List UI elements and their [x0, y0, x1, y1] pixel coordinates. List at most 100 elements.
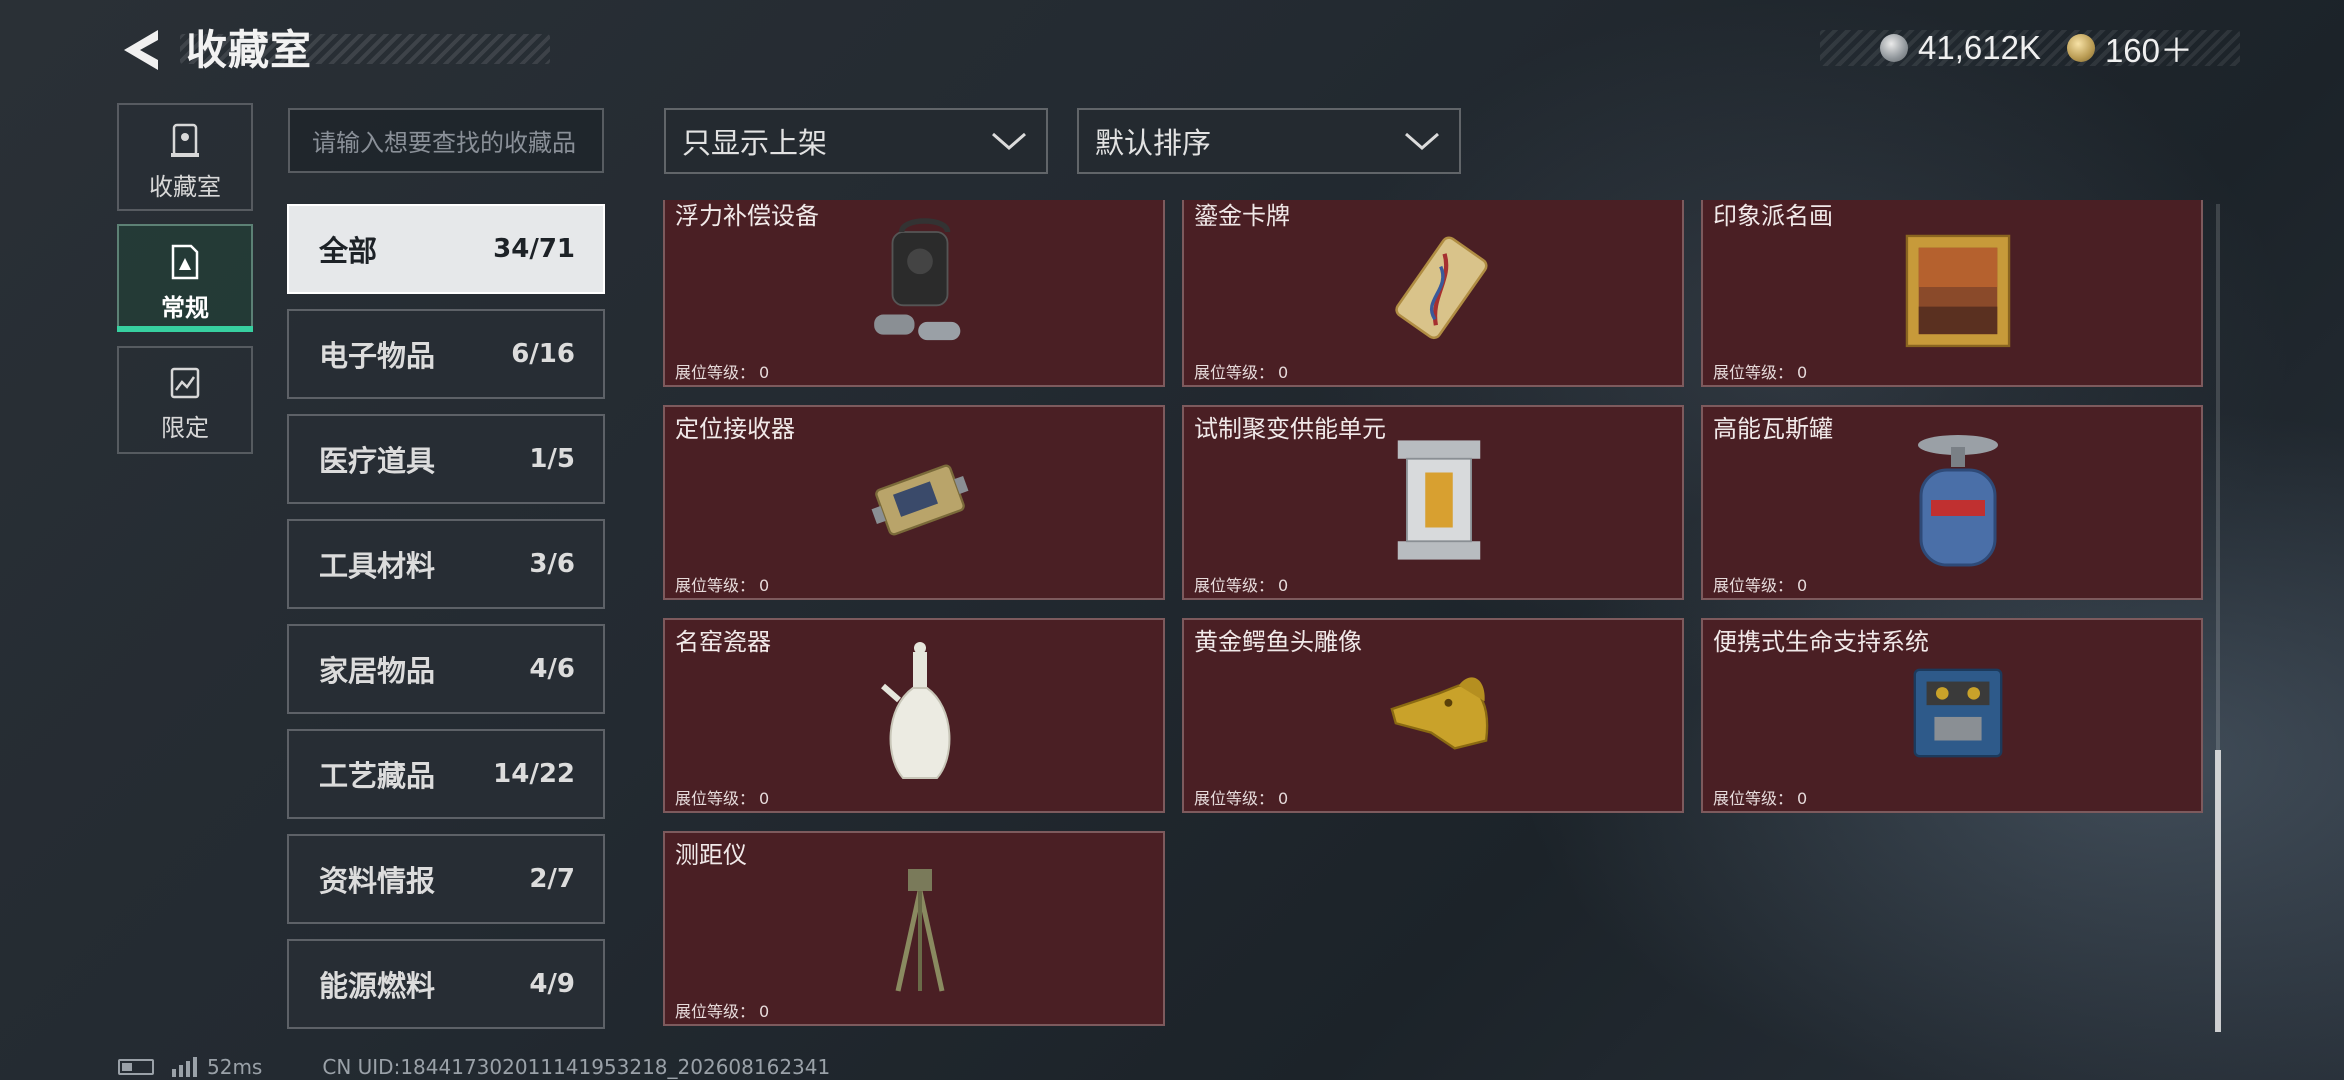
- booth-level: 展位等级： 0: [671, 572, 769, 596]
- item-card[interactable]: 印象派名画 展位等级： 0: [1701, 200, 2203, 387]
- status-footer: 52ms CN UID:18441730201114195321​8_20260…: [118, 1054, 830, 1080]
- gas-canister-icon: [1903, 425, 2013, 575]
- collection-icon: [171, 123, 199, 157]
- nav-limited[interactable]: 限定: [117, 346, 253, 454]
- level-value: 0: [759, 789, 770, 808]
- category-count: 2/7: [529, 864, 575, 894]
- level-value: 0: [759, 576, 770, 595]
- active-nav-indicator: [117, 326, 253, 332]
- level-value: 0: [759, 363, 770, 382]
- currency-bar: 41,612K 160＋: [1820, 29, 2240, 69]
- level-label: 展位等级：: [1713, 789, 1794, 808]
- booth-level: 展位等级： 0: [1709, 572, 1807, 596]
- item-card[interactable]: 试制聚变供能单元 展位等级： 0: [1182, 405, 1684, 600]
- level-value: 0: [1797, 363, 1808, 382]
- nav-label: 常规: [161, 294, 209, 322]
- item-card[interactable]: 便携式生命支持系统 展位等级： 0: [1701, 618, 2203, 813]
- item-name: 便携式生命支持系统: [1713, 628, 1929, 656]
- back-arrow-icon: [124, 30, 158, 70]
- item-grid: 浮力补偿设备 展位等级： 0 鎏金卡牌 展位等级： 0 印象派名画 展位等级： …: [663, 200, 2211, 1032]
- category-household[interactable]: 家居物品 4/6: [287, 624, 605, 714]
- level-label: 展位等级：: [675, 363, 756, 382]
- chevron-down-icon: [992, 132, 1026, 150]
- level-value: 0: [1797, 789, 1808, 808]
- category-tools[interactable]: 工具材料 3/6: [287, 519, 605, 609]
- display-filter-dropdown[interactable]: 只显示上架: [664, 108, 1048, 174]
- life-support-system-icon: [1903, 638, 2013, 788]
- level-value: 0: [1797, 576, 1808, 595]
- category-name: 电子物品: [319, 339, 436, 373]
- category-medical[interactable]: 医疗道具 1/5: [287, 414, 605, 504]
- booth-level: 展位等级： 0: [1190, 572, 1288, 596]
- search-placeholder: 请输入想要查找的收藏品: [312, 129, 576, 157]
- level-value: 0: [1278, 576, 1289, 595]
- item-card[interactable]: 鎏金卡牌 展位等级： 0: [1182, 200, 1684, 387]
- battery-icon: [118, 1059, 154, 1075]
- display-filter-value: 只显示上架: [682, 126, 828, 160]
- item-card[interactable]: 黄金鳄鱼头雕像 展位等级： 0: [1182, 618, 1684, 813]
- category-count: 1/5: [529, 444, 575, 474]
- sort-value: 默认排序: [1095, 126, 1212, 160]
- fusion-power-unit-icon: [1384, 425, 1494, 575]
- category-name: 工具材料: [319, 549, 436, 583]
- nav-regular[interactable]: 常规: [117, 224, 253, 332]
- item-name: 定位接收器: [675, 415, 795, 443]
- item-name: 名窑瓷器: [675, 628, 771, 656]
- sort-dropdown[interactable]: 默认排序: [1077, 108, 1461, 174]
- chevron-down-icon: [1405, 132, 1439, 150]
- category-count: 34/71: [493, 234, 575, 264]
- item-card[interactable]: 测距仪 展位等级： 0: [663, 831, 1165, 1026]
- booth-level: 展位等级： 0: [671, 998, 769, 1022]
- rangefinder-icon: [865, 851, 975, 1001]
- level-value: 0: [1278, 363, 1289, 382]
- level-label: 展位等级：: [675, 1002, 756, 1021]
- scrollbar-thumb[interactable]: [2215, 750, 2221, 1032]
- page-title: 收藏室: [186, 26, 312, 74]
- level-value: 0: [1278, 789, 1289, 808]
- booth-level: 展位等级： 0: [1709, 359, 1807, 383]
- level-label: 展位等级：: [1194, 363, 1275, 382]
- level-label: 展位等级：: [675, 789, 756, 808]
- item-card[interactable]: 定位接收器 展位等级： 0: [663, 405, 1165, 600]
- gold-crocodile-statue-icon: [1384, 638, 1494, 788]
- category-intel[interactable]: 资料情报 2/7: [287, 834, 605, 924]
- booth-level: 展位等级： 0: [1190, 785, 1288, 809]
- item-name: 测距仪: [675, 841, 747, 869]
- item-name: 黄金鳄鱼头雕像: [1194, 628, 1362, 656]
- nav-collection-room[interactable]: 收藏室: [117, 103, 253, 211]
- item-card[interactable]: 浮力补偿设备 展位等级： 0: [663, 200, 1165, 387]
- search-input[interactable]: 请输入想要查找的收藏品: [288, 108, 604, 173]
- category-electronics[interactable]: 电子物品 6/16: [287, 309, 605, 399]
- category-energy[interactable]: 能源燃料 4/9: [287, 939, 605, 1029]
- back-button[interactable]: [112, 22, 168, 78]
- uid-text: CN UID:18441730201114195321​8_2026081623…: [322, 1055, 831, 1079]
- category-crafts[interactable]: 工艺藏品 14/22: [287, 729, 605, 819]
- category-count: 14/22: [493, 759, 575, 789]
- ping-value: 52ms: [207, 1055, 263, 1079]
- booth-level: 展位等级： 0: [1709, 785, 1807, 809]
- level-label: 展位等级：: [1713, 576, 1794, 595]
- level-label: 展位等级：: [1194, 576, 1275, 595]
- category-name: 资料情报: [319, 864, 436, 898]
- booth-level: 展位等级： 0: [1190, 359, 1288, 383]
- category-count: 4/9: [529, 969, 575, 999]
- item-card[interactable]: 名窑瓷器 展位等级： 0: [663, 618, 1165, 813]
- silver-coin-icon: [1880, 34, 1908, 62]
- category-name: 全部: [319, 234, 378, 268]
- booth-level: 展位等级： 0: [671, 785, 769, 809]
- category-count: 3/6: [529, 549, 575, 579]
- buoyancy-compensator-icon: [865, 212, 975, 362]
- level-value: 0: [759, 1002, 770, 1021]
- silver-currency-value: 41,612K: [1918, 29, 2041, 66]
- level-label: 展位等级：: [1194, 789, 1275, 808]
- item-name: 试制聚变供能单元: [1194, 415, 1386, 443]
- painting-icon: [1903, 212, 2013, 362]
- item-name: 鎏金卡牌: [1194, 202, 1290, 230]
- gold-coin-icon: [2066, 34, 2095, 62]
- item-card[interactable]: 高能瓦斯罐 展位等级： 0: [1701, 405, 2203, 600]
- category-name: 医疗道具: [319, 444, 436, 478]
- item-name: 印象派名画: [1713, 202, 1833, 230]
- porcelain-vase-icon: [865, 638, 975, 788]
- category-name: 能源燃料: [319, 969, 436, 1003]
- category-all[interactable]: 全部 34/71: [287, 204, 605, 294]
